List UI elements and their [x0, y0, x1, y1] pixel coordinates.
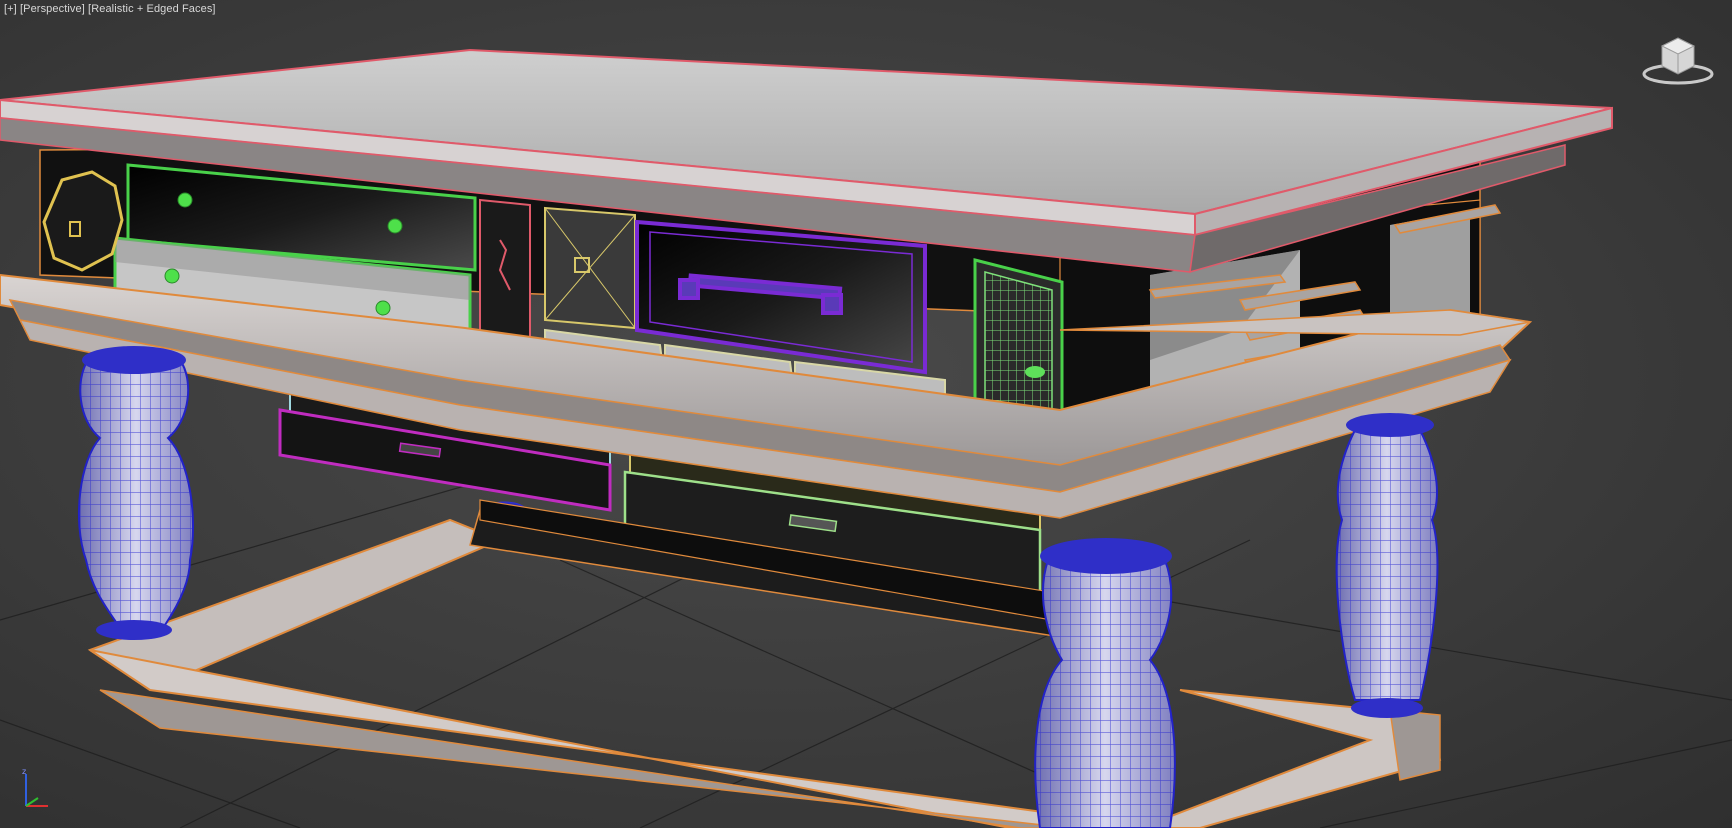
- viewcube-icon[interactable]: [1638, 30, 1718, 90]
- viewport-label: [+] [Perspective] [Realistic + Edged Fac…: [4, 3, 216, 15]
- viewport-view-button[interactable]: [Perspective]: [20, 3, 85, 15]
- viewport-shading-button[interactable]: [Realistic + Edged Faces]: [88, 3, 216, 15]
- svg-text:z: z: [22, 767, 26, 776]
- axis-tripod-icon: z: [22, 767, 48, 807]
- viewport-menu-button[interactable]: [+]: [4, 3, 17, 15]
- table-leg-back-right: [1335, 413, 1439, 718]
- scene-render[interactable]: [0, 0, 1732, 828]
- perspective-viewport[interactable]: [+] [Perspective] [Realistic + Edged Fac…: [0, 0, 1732, 828]
- table-leg-front-right: [1034, 538, 1176, 828]
- table-leg-front-left: [77, 346, 195, 640]
